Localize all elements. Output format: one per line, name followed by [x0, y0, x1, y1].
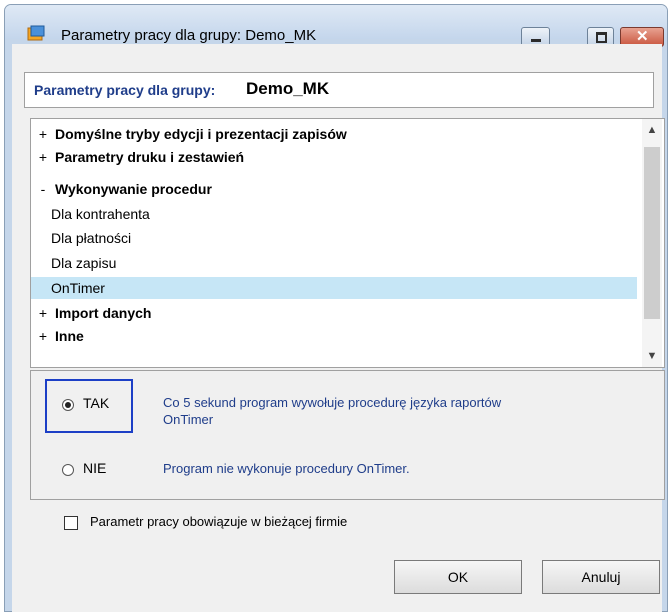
tree-item-label: OnTimer [51, 280, 105, 296]
minimize-icon [531, 39, 541, 42]
tree-item-other[interactable]: + Inne [31, 325, 631, 347]
expand-icon[interactable]: + [37, 123, 49, 145]
option-tak-description-2: OnTimer [163, 412, 214, 427]
ok-button[interactable]: OK [394, 560, 522, 594]
scrollbar-thumb[interactable] [644, 147, 660, 319]
radio-nie-label[interactable]: NIE [83, 460, 106, 476]
tree-item-label: Domyślne tryby edycji i prezentacji zapi… [55, 126, 347, 142]
header-group-name: Demo_MK [246, 79, 330, 98]
maximize-icon [596, 32, 607, 43]
app-icon [27, 25, 45, 41]
tree-item-label: Dla płatności [51, 230, 132, 246]
header-label: Parametry pracy dla grupy: [34, 82, 216, 98]
tree-item-procedures[interactable]: - Wykonywanie procedur [31, 178, 631, 200]
cancel-button[interactable]: Anuluj [542, 560, 660, 594]
company-param-checkbox[interactable] [64, 516, 78, 530]
tree-item-label: Parametry druku i zestawień [55, 149, 245, 165]
window-title: Parametry pracy dla grupy: Demo_MK [61, 27, 317, 44]
option-nie-description: Program nie wykonuje procedury OnTimer. [163, 461, 410, 476]
tree-item-label: Dla kontrahenta [51, 206, 150, 222]
parameters-tree[interactable]: + Domyślne tryby edycji i prezentacji za… [30, 118, 665, 368]
tree-item-label: Dla zapisu [51, 255, 117, 271]
tree-item-contractor[interactable]: Dla kontrahenta [31, 203, 631, 225]
collapse-icon[interactable]: - [37, 178, 49, 200]
scroll-down-icon[interactable]: ▼ [642, 347, 662, 365]
radio-tak-label[interactable]: TAK [83, 395, 109, 411]
tree-item-label: Wykonywanie procedur [55, 181, 212, 197]
company-param-label[interactable]: Parametr pracy obowiązuje w bieżącej fir… [90, 514, 347, 529]
expand-icon[interactable]: + [37, 146, 49, 168]
tree-item-record[interactable]: Dla zapisu [31, 252, 631, 274]
options-panel: TAK Co 5 sekund program wywołuje procedu… [30, 370, 665, 500]
tree-item-label: Import danych [55, 305, 152, 321]
tree-item-label: Inne [55, 328, 84, 344]
scroll-up-icon[interactable]: ▲ [642, 121, 662, 139]
radio-nie[interactable] [62, 464, 74, 476]
radio-selected-dot [65, 402, 71, 408]
tree-item-import[interactable]: + Import danych [31, 302, 631, 324]
tree-scrollbar[interactable]: ▲ ▼ [642, 119, 662, 367]
expand-icon[interactable]: + [37, 302, 49, 324]
close-icon: ✕ [636, 28, 649, 45]
tree-item-edit-modes[interactable]: + Domyślne tryby edycji i prezentacji za… [31, 123, 631, 145]
tree-item-payment[interactable]: Dla płatności [31, 227, 631, 249]
radio-tak[interactable] [62, 399, 74, 411]
tree-item-print-params[interactable]: + Parametry druku i zestawień [31, 146, 631, 168]
expand-icon[interactable]: + [37, 325, 49, 347]
option-tak-description: Co 5 sekund program wywołuje procedurę j… [163, 395, 502, 410]
tree-item-ontimer[interactable]: OnTimer [31, 277, 637, 299]
